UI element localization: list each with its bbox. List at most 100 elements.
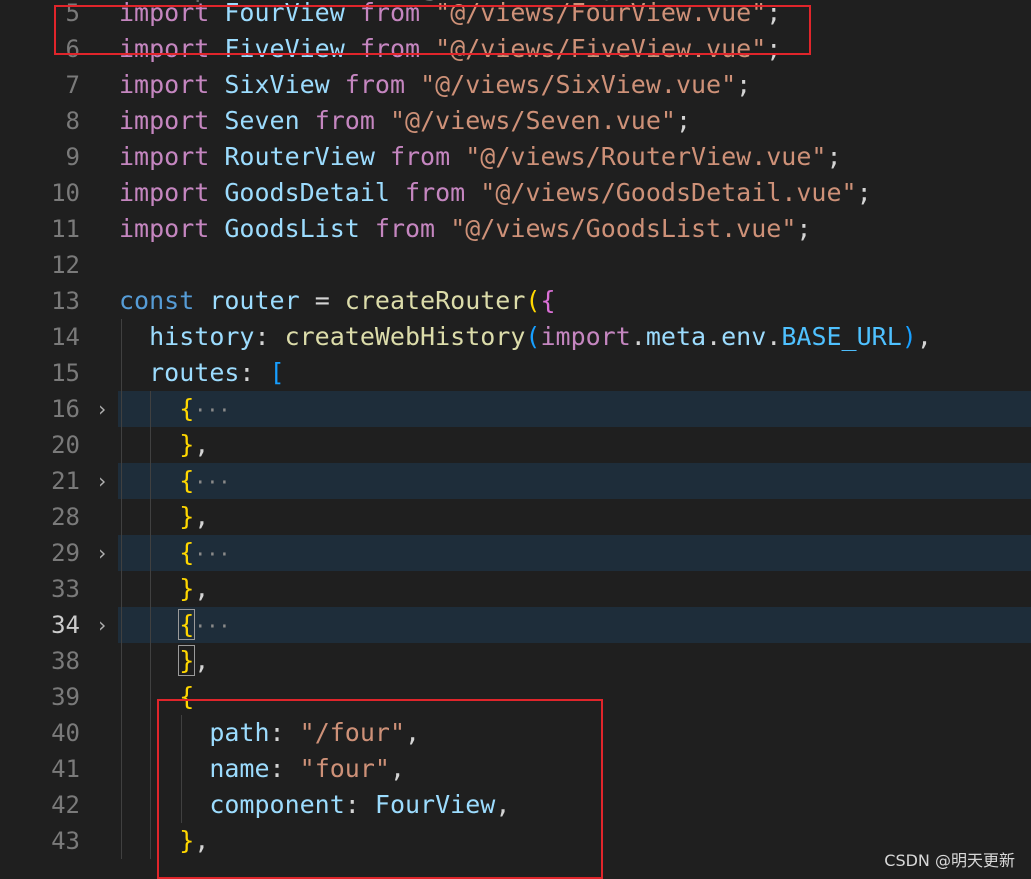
line-number: 40 <box>51 719 80 747</box>
indent-guide <box>121 535 122 571</box>
line-number: 13 <box>51 287 80 315</box>
line-number: 6 <box>65 35 80 63</box>
code-line[interactable]: 8 import Seven from "@/views/Seven.vue"; <box>0 103 1031 139</box>
code-text: const router = createRouter({ <box>119 283 556 319</box>
code-token: , <box>194 646 210 675</box>
code-line[interactable]: 15 routes: [ <box>0 355 1031 391</box>
code-line[interactable]: 21 › {··· <box>0 463 1031 499</box>
line-number: 7 <box>65 71 80 99</box>
code-token: meta <box>645 322 707 351</box>
indent-guide <box>181 715 182 751</box>
code-text: component: FourView, <box>119 787 510 823</box>
code-line[interactable]: 16 › {··· <box>0 391 1031 427</box>
code-token: ; <box>736 70 752 99</box>
line-number: 43 <box>51 827 80 855</box>
code-text: import Seven from "@/views/Seven.vue"; <box>119 103 691 139</box>
code-line[interactable]: 6 import FiveView from "@/views/FiveView.… <box>0 31 1031 67</box>
code-line[interactable]: 33 }, <box>0 571 1031 607</box>
code-text: { <box>119 679 194 715</box>
indent-guide <box>150 463 151 499</box>
code-token: routes <box>149 358 240 387</box>
code-token: , <box>194 430 210 459</box>
code-line[interactable]: 38 }, <box>0 643 1031 679</box>
indent-guide <box>150 571 151 607</box>
code-line[interactable]: 7 import SixView from "@/views/SixView.vu… <box>0 67 1031 103</box>
code-line[interactable]: 42 component: FourView, <box>0 787 1031 823</box>
code-token: from <box>314 106 375 135</box>
code-line[interactable]: 43 }, <box>0 823 1031 859</box>
code-token: env <box>721 322 767 351</box>
indent-guide <box>150 499 151 535</box>
fold-chevron-icon[interactable]: › <box>92 607 112 643</box>
code-line[interactable]: 9 import RouterView from "@/views/RouterV… <box>0 139 1031 175</box>
fold-chevron-icon[interactable]: › <box>92 535 112 571</box>
code-token: createRouter <box>344 286 526 315</box>
code-line[interactable]: 39 { <box>0 679 1031 715</box>
code-token: ··· <box>194 614 231 638</box>
indent-guide <box>121 499 122 535</box>
code-token: . <box>766 322 782 351</box>
fold-chevron-icon[interactable]: › <box>92 463 112 499</box>
code-text: }, <box>119 823 209 859</box>
code-token: BASE_URL <box>781 322 902 351</box>
fold-chevron-icon[interactable]: › <box>92 391 112 427</box>
code-text: }, <box>119 643 209 679</box>
line-number: 8 <box>65 107 80 135</box>
indent-guide <box>121 823 122 859</box>
code-token: , <box>194 826 210 855</box>
code-line[interactable]: 13 const router = createRouter({ <box>0 283 1031 319</box>
code-token: FourView <box>224 0 345 27</box>
code-line[interactable]: 34 › {··· <box>0 607 1031 643</box>
code-line[interactable]: 20 }, <box>0 427 1031 463</box>
code-text: import SixView from "@/views/SixView.vue… <box>119 67 751 103</box>
code-token: import <box>119 142 210 171</box>
code-token: from <box>405 178 466 207</box>
code-token: GoodsList <box>224 214 360 243</box>
code-token: ; <box>766 0 782 27</box>
code-editor[interactable]: 5 import FourView from "@/views/FourView.… <box>0 0 1031 859</box>
code-text: import FourView from "@/views/FourView.v… <box>119 0 781 31</box>
code-line[interactable]: 28 }, <box>0 499 1031 535</box>
code-line[interactable]: 10 import GoodsDetail from "@/views/Goods… <box>0 175 1031 211</box>
watermark: CSDN @明天更新 <box>884 851 1015 870</box>
code-token: component <box>209 790 345 819</box>
indent-guide <box>150 427 151 463</box>
line-number: 15 <box>51 359 80 387</box>
code-token: "/four" <box>299 718 405 747</box>
code-token: } <box>179 502 195 531</box>
code-token: ; <box>826 142 842 171</box>
code-line[interactable]: 41 name: "four", <box>0 751 1031 787</box>
code-token: import <box>119 34 210 63</box>
code-line[interactable]: 40 path: "/four", <box>0 715 1031 751</box>
code-token: ) <box>901 322 917 351</box>
code-token: SixView <box>224 70 330 99</box>
code-line[interactable]: 14 history: createWebHistory(import.meta… <box>0 319 1031 355</box>
indent-guide <box>181 787 182 823</box>
line-number: 33 <box>51 575 80 603</box>
code-token: , <box>405 718 421 747</box>
indent-guide <box>150 751 151 787</box>
code-token: { <box>179 682 195 711</box>
code-line[interactable]: 12 <box>0 247 1031 283</box>
code-line[interactable]: 11 import GoodsList from "@/views/GoodsLi… <box>0 211 1031 247</box>
code-line[interactable]: 29 › {··· <box>0 535 1031 571</box>
code-text: }, <box>119 427 209 463</box>
code-token: { <box>179 466 195 495</box>
code-token: ; <box>766 34 782 63</box>
code-token: "@/views/RouterView.vue" <box>465 142 827 171</box>
code-token: : <box>254 322 285 351</box>
code-token: from <box>374 214 436 243</box>
code-line[interactable]: 5 import FourView from "@/views/FourView.… <box>0 0 1031 31</box>
code-token: } <box>179 430 195 459</box>
code-token: . <box>706 322 722 351</box>
code-token: path <box>209 718 270 747</box>
indent-guide <box>121 571 122 607</box>
